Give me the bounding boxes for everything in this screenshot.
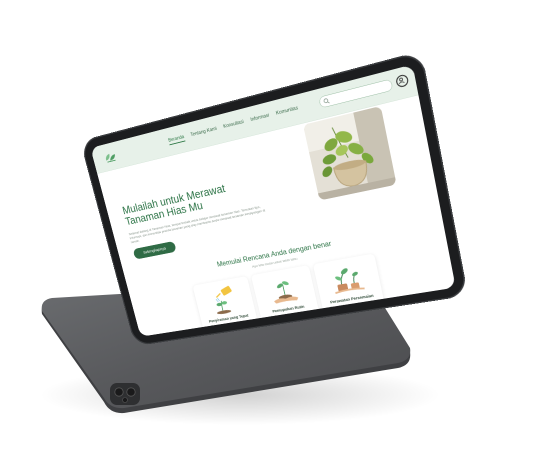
nav-link-beranda[interactable]: Beranda (167, 133, 186, 146)
user-avatar-icon[interactable] (395, 73, 410, 89)
hands-sprout-icon (273, 280, 299, 304)
search-icon (323, 97, 331, 105)
seedling-pots-icon (324, 267, 370, 298)
leaf-logo-icon[interactable] (102, 149, 120, 164)
hero-plant-image (303, 105, 397, 201)
nav-link-informasi[interactable]: Informasi (250, 112, 270, 124)
selengkapnya-button[interactable]: Selengkapnya (132, 240, 177, 260)
watering-can-icon (203, 285, 233, 315)
camera-icon (110, 383, 140, 405)
search-input[interactable] (330, 81, 390, 105)
device-mockup-scene: Beranda Tentang Kami Konsultasi Informas… (0, 0, 535, 451)
nav-link-konsultasi[interactable]: Konsultasi (223, 119, 245, 132)
nav-link-komunitas[interactable]: Komunitas (275, 105, 299, 118)
nav-link-tentang-kami[interactable]: Tentang Kami (190, 126, 218, 140)
